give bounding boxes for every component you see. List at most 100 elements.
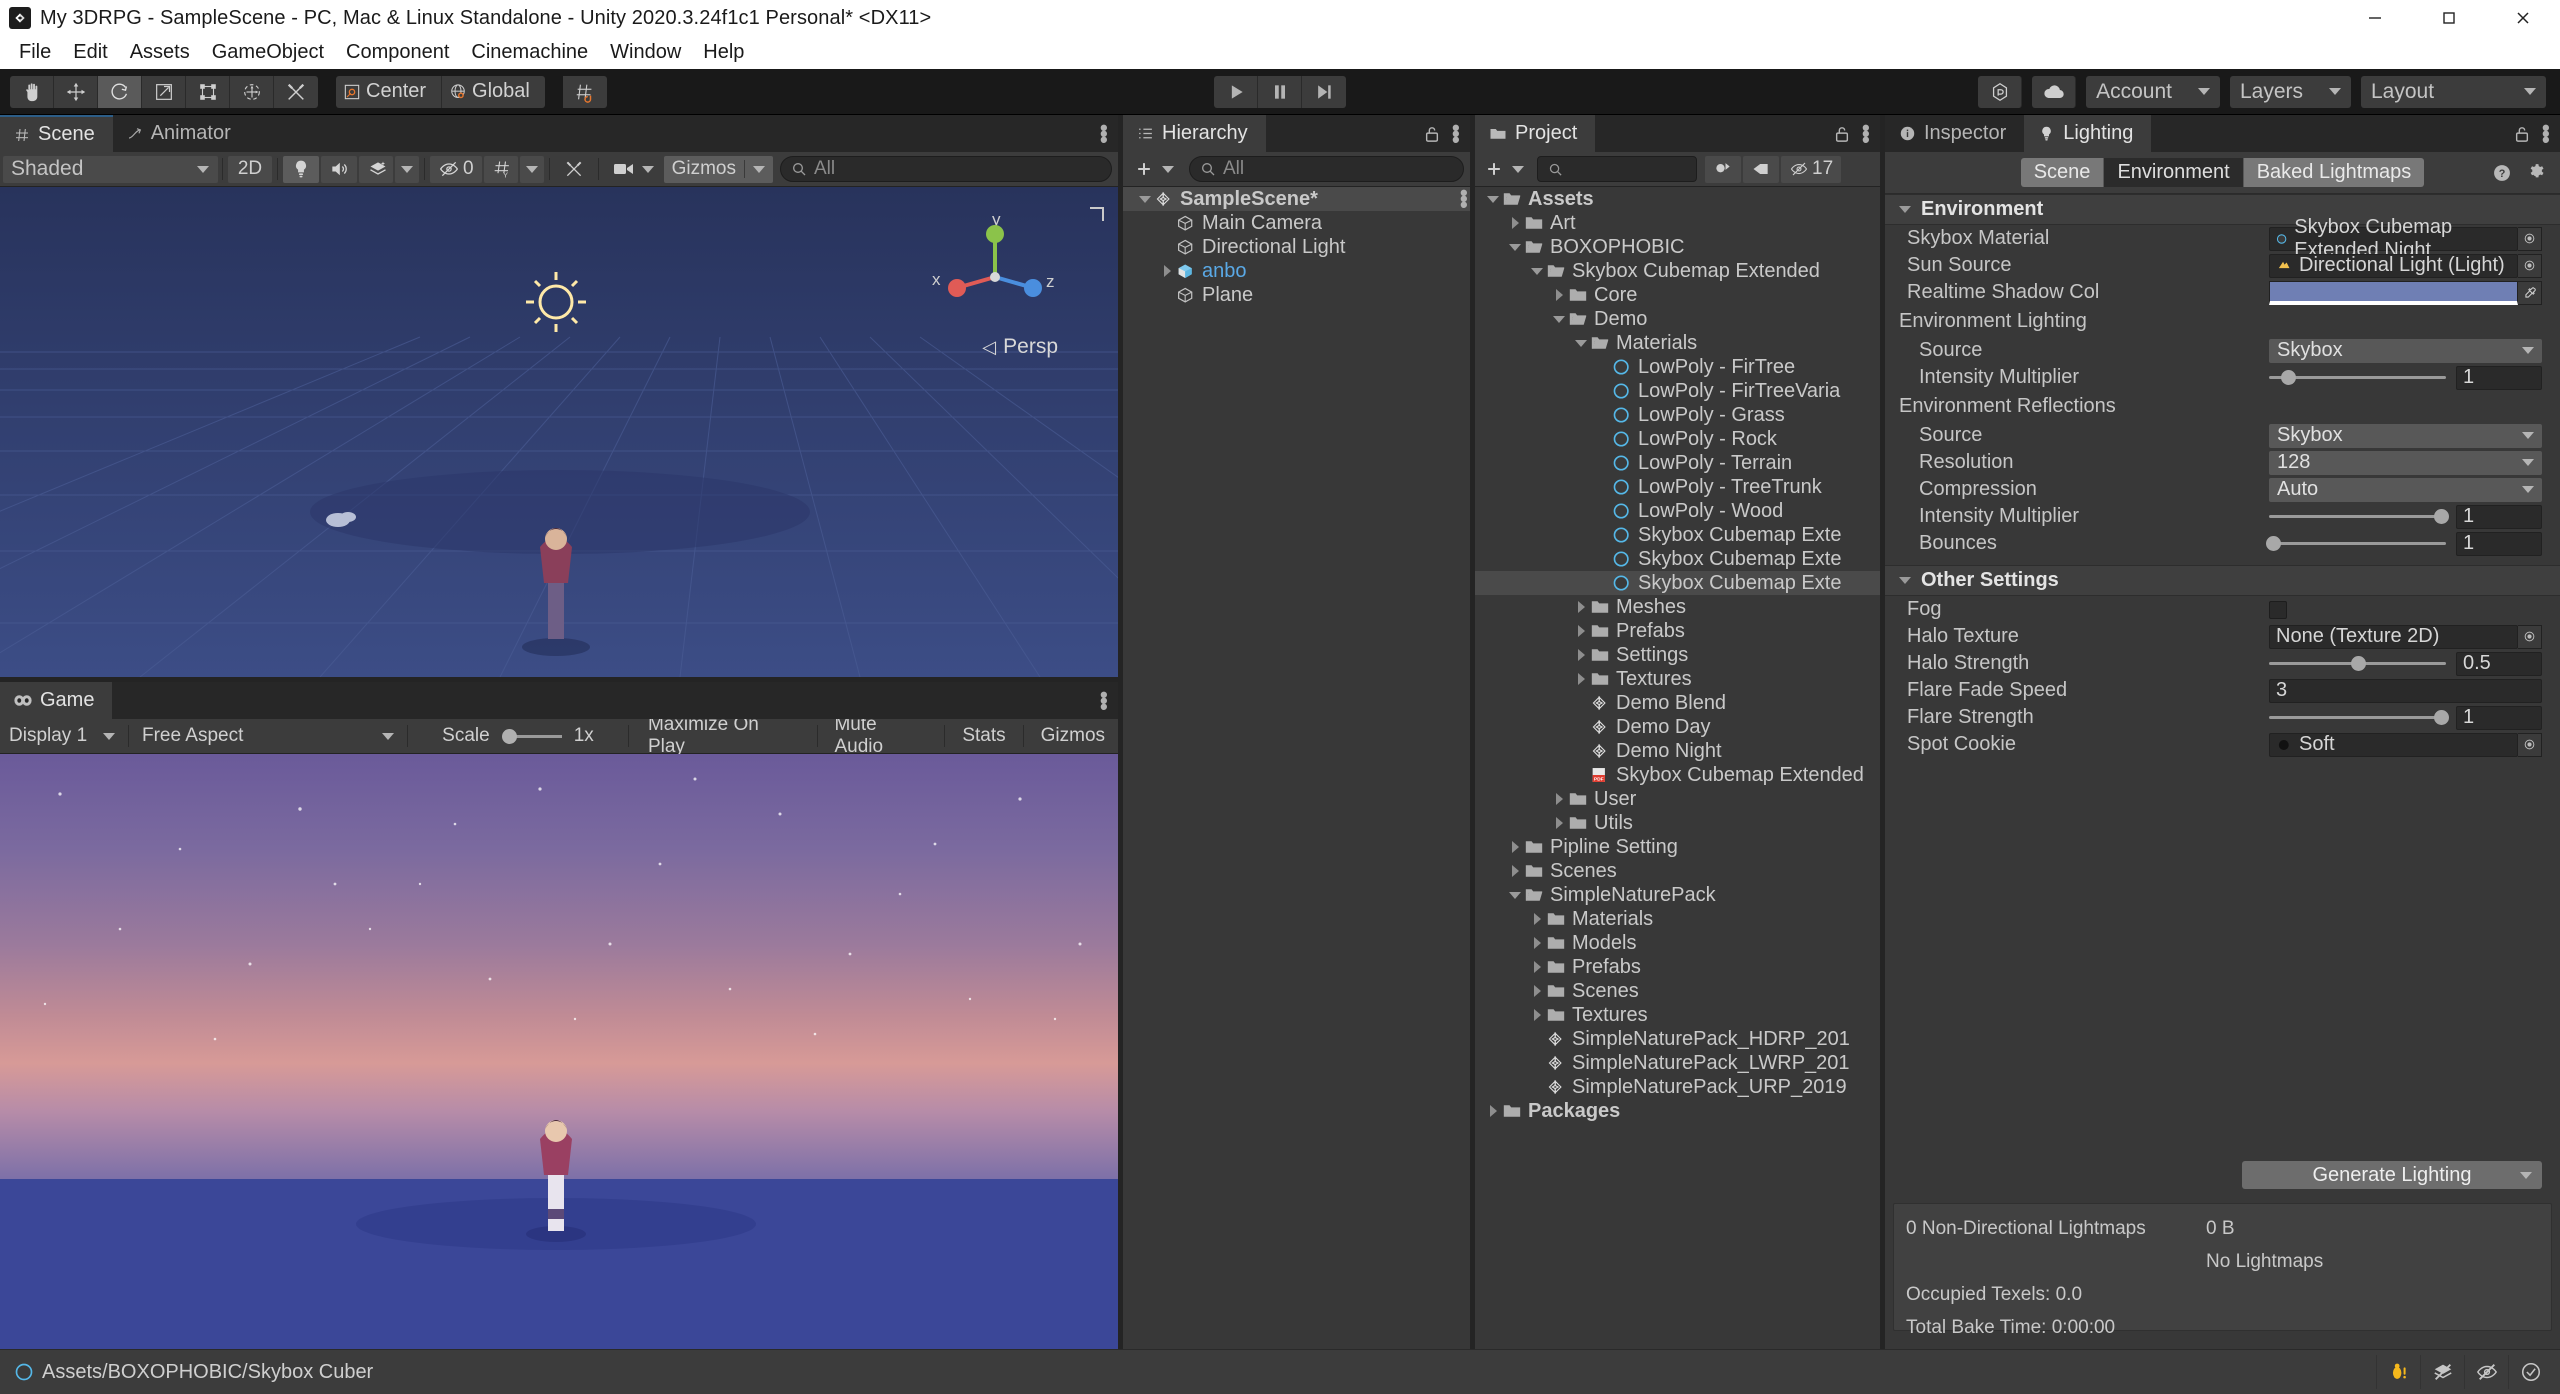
project-item-art[interactable]: Art [1475,211,1880,235]
twisty-open-icon[interactable] [1529,267,1545,275]
twisty-closed-icon[interactable] [1507,841,1523,853]
menu-item-help[interactable]: Help [692,38,755,67]
project-kebab-menu-icon[interactable]: • • • [1862,116,1870,150]
twisty-closed-icon[interactable] [1551,793,1567,805]
twisty-closed-icon[interactable] [1529,937,1545,949]
project-item-utils[interactable]: Utils [1475,811,1880,835]
project-item-boxophobic[interactable]: BOXOPHOBIC [1475,235,1880,259]
project-item-demo-night[interactable]: Demo Night [1475,739,1880,763]
collab-icon[interactable] [1978,75,2023,108]
project-item-materials[interactable]: Materials [1475,331,1880,355]
scene-component-tools-icon[interactable] [555,156,593,183]
scene-fx-dropdown[interactable] [395,155,419,183]
project-item-lowpoly-wood[interactable]: LowPoly - Wood [1475,499,1880,523]
project-item-prefabs[interactable]: Prefabs [1475,619,1880,643]
game-display-dropdown[interactable]: Display 1 [1,723,123,750]
object-field[interactable]: Skybox Cubemap Extended Night [2269,216,2518,261]
scene-camera-icon[interactable] [604,156,662,183]
twisty-closed-icon[interactable] [1507,865,1523,877]
slider-value-input[interactable]: 1 [2456,504,2542,529]
dropdown-select[interactable]: Skybox [2269,338,2542,363]
step-button[interactable] [1302,75,1346,108]
game-aspect-dropdown[interactable]: Free Aspect [134,723,402,750]
custom-tool-button[interactable] [274,75,318,108]
twisty-open-icon[interactable] [1897,206,1913,213]
help-icon[interactable]: ? [2492,163,2512,183]
twisty-closed-icon[interactable] [1573,601,1589,613]
project-item-skybox-cubemap-extended[interactable]: PDF Skybox Cubemap Extended [1475,763,1880,787]
project-item-textures[interactable]: Textures [1475,1003,1880,1027]
hierarchy-lock-icon[interactable] [1424,125,1440,143]
object-picker-button[interactable] [2518,226,2542,251]
rect-tool-button[interactable] [186,75,230,108]
close-button[interactable] [2486,0,2560,36]
game-gizmos-toggle[interactable]: Gizmos [1029,723,1117,750]
project-item-simplenaturepack-lwrp-201[interactable]: SimpleNaturePack_LWRP_201 [1475,1051,1880,1075]
hierarchy-add-button[interactable] [1124,156,1182,183]
slider-handle[interactable] [2433,509,2449,524]
mode-scene[interactable]: Scene [2020,158,2105,187]
scene-kebab-menu-icon[interactable]: • • • [1100,116,1108,150]
project-item-simplenaturepack-urp-2019[interactable]: SimpleNaturePack_URP_2019 [1475,1075,1880,1099]
project-item-lowpoly-treetrunk[interactable]: LowPoly - TreeTrunk [1475,475,1880,499]
game-stats-toggle[interactable]: Stats [950,723,1017,750]
twisty-closed-icon[interactable] [1485,1105,1501,1117]
project-item-settings[interactable]: Settings [1475,643,1880,667]
project-item-prefabs[interactable]: Prefabs [1475,955,1880,979]
menu-item-cinemachine[interactable]: Cinemachine [460,38,599,67]
eyedropper-icon[interactable] [2518,280,2542,305]
layers-dropdown[interactable]: Layers [2229,75,2351,108]
slider-control[interactable] [2269,706,2449,730]
shading-mode-dropdown[interactable]: Shaded [3,155,218,183]
twisty-closed-icon[interactable] [1573,625,1589,637]
project-item-textures[interactable]: Textures [1475,667,1880,691]
project-item-materials[interactable]: Materials [1475,907,1880,931]
rotate-tool-button[interactable] [98,75,142,108]
slider-handle[interactable] [2350,656,2366,671]
hierarchy-row-kebab-icon[interactable]: • • • [1460,187,1468,216]
grid-snapping-button[interactable] [562,75,607,108]
menu-item-file[interactable]: File [8,38,62,67]
scene-audio-icon[interactable] [321,155,357,183]
generate-lighting-button[interactable]: Generate Lighting [2242,1161,2542,1189]
project-add-button[interactable] [1476,156,1530,183]
grid-visibility-dropdown[interactable] [519,155,544,183]
scene-viewport[interactable]: y x z ◁ Persp [0,187,1118,677]
slider-handle[interactable] [2281,370,2297,385]
project-item-meshes[interactable]: Meshes [1475,595,1880,619]
play-button[interactable] [1214,75,1258,108]
hierarchy-item-directional-light[interactable]: Directional Light [1123,235,1470,259]
grid-visibility-icon[interactable]: Y [483,155,518,183]
hierarchy-tree[interactable]: SampleScene* • • • Main Camera Directional Li… [1123,187,1470,1349]
project-item-scenes[interactable]: Scenes [1475,979,1880,1003]
bug-warning-icon[interactable] [2376,1355,2420,1389]
tab-scene[interactable]: Scene [0,115,113,152]
slider-value-input[interactable]: 1 [2456,705,2542,730]
project-item-lowpoly-firtreevaria[interactable]: LowPoly - FirTreeVaria [1475,379,1880,403]
pivot-mode-button[interactable]: Center [336,75,443,108]
twisty-closed-icon[interactable] [1529,1009,1545,1021]
project-item-skybox-cubemap-exte[interactable]: Skybox Cubemap Exte [1475,571,1880,595]
project-item-skybox-cubemap-exte[interactable]: Skybox Cubemap Exte [1475,523,1880,547]
twisty-open-icon[interactable] [1485,195,1501,203]
object-field[interactable]: Soft [2269,732,2518,757]
game-kebab-menu-icon[interactable]: • • • [1100,683,1108,717]
move-tool-button[interactable] [54,75,98,108]
game-viewport[interactable] [0,754,1118,1349]
slider-value-input[interactable]: 0.5 [2456,651,2542,676]
tab-lighting[interactable]: Lighting [2024,115,2152,152]
minimize-button[interactable] [2338,0,2412,36]
twisty-open-icon[interactable] [1551,315,1567,323]
color-swatch[interactable] [2269,280,2518,305]
slider-value-input[interactable]: 1 [2456,365,2542,390]
scene-hidden-objects-toggle[interactable]: 0 [430,155,482,183]
inspector-lock-icon[interactable] [2514,125,2530,143]
section-header-other-settings[interactable]: Other Settings [1885,565,2560,596]
inspector-kebab-menu-icon[interactable]: • • • [2542,116,2550,150]
slider-handle[interactable] [2433,710,2449,725]
project-item-pipline-setting[interactable]: Pipline Setting [1475,835,1880,859]
tab-animator[interactable]: Animator [113,115,249,152]
slider-handle[interactable] [2265,536,2281,551]
project-tree[interactable]: Assets Art BOXOPHOBIC Skybox Cubemap Extend… [1475,187,1880,1349]
twisty-open-icon[interactable] [1573,339,1589,347]
